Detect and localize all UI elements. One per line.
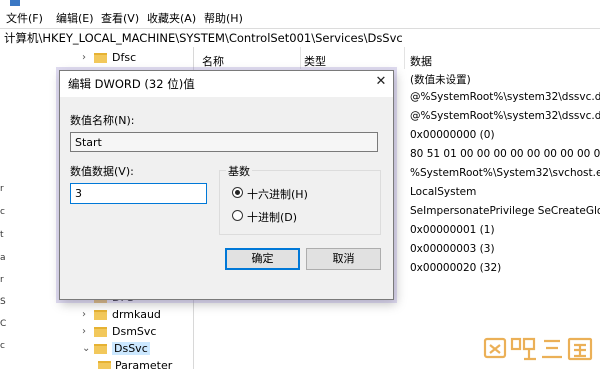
value-data[interactable]: @%SystemRoot%\system32\dssvc.dll,- (410, 91, 600, 103)
edit-dword-dialog: 编辑 DWORD (32 位)值 ✕ 数值名称(N): 数值数据(V): 基数 … (59, 70, 394, 300)
menu-file[interactable]: 文件(F) (6, 10, 43, 26)
address-bar[interactable]: 计算机\HKEY_LOCAL_MACHINE\SYSTEM\ControlSet… (0, 28, 600, 48)
site-watermark-logo (483, 337, 593, 361)
tree-item-label: drmkaud (112, 308, 161, 321)
clipped-text: S (0, 297, 6, 307)
folder-icon (98, 361, 111, 369)
chevron-down-icon[interactable]: ⌄ (82, 343, 92, 354)
base-groupbox (219, 170, 381, 235)
value-name-label: 数值名称(N): (70, 114, 135, 127)
value-data[interactable]: 0x00000020 (32) (410, 262, 600, 274)
value-data[interactable]: SeImpersonatePrivilege SeCreateGlob (410, 205, 600, 217)
value-data-field[interactable] (70, 183, 207, 204)
tree-item-label: DsmSvc (112, 325, 157, 338)
value-data[interactable]: %SystemRoot%\System32\svchost.exe (410, 167, 600, 179)
value-data[interactable]: @%SystemRoot%\system32\dssvc.dll,- (410, 110, 600, 122)
clipped-text: c (0, 207, 5, 217)
value-data[interactable]: (数值未设置) (410, 72, 600, 87)
base-label: 基数 (226, 163, 252, 179)
menu-bar: 文件(F) 编辑(E) 查看(V) 收藏夹(A) 帮助(H) (0, 8, 600, 28)
tree-item-label: Parameter (115, 359, 173, 369)
column-header-type[interactable]: 类型 (304, 53, 326, 69)
column-divider[interactable] (404, 47, 405, 69)
ok-button[interactable]: 确定 (225, 248, 300, 270)
address-path: 计算机\HKEY_LOCAL_MACHINE\SYSTEM\ControlSet… (4, 31, 403, 45)
radio-checked-icon[interactable] (232, 187, 243, 198)
clipped-text: a (0, 253, 6, 263)
value-data[interactable]: 0x00000003 (3) (410, 243, 600, 255)
radio-dec-label: 十进制(D) (247, 211, 298, 224)
close-icon[interactable]: ✕ (373, 74, 389, 90)
menu-favorites[interactable]: 收藏夹(A) (147, 10, 196, 26)
value-data[interactable]: LocalSystem (410, 186, 600, 198)
value-data[interactable]: 0x00000000 (0) (410, 129, 600, 141)
chevron-right-icon[interactable]: › (82, 326, 92, 337)
folder-icon (94, 310, 107, 320)
clipped-text: C (0, 319, 7, 329)
folder-icon (94, 327, 107, 337)
dialog-body: 数值名称(N): 数值数据(V): 基数 十六进制(H) 十进制(D) 确定 取… (60, 97, 393, 299)
folder-icon (94, 344, 107, 354)
value-data[interactable]: 80 51 01 00 00 00 00 00 00 00 00 00 (410, 148, 600, 160)
clipped-text: c (0, 341, 5, 351)
chevron-right-icon[interactable]: › (82, 52, 92, 63)
menu-edit[interactable]: 编辑(E) (56, 10, 94, 26)
menu-help[interactable]: 帮助(H) (204, 10, 243, 26)
column-divider[interactable] (300, 47, 301, 69)
clipped-text: r (0, 184, 4, 194)
menu-view[interactable]: 查看(V) (101, 10, 139, 26)
clipped-text: r (0, 275, 4, 285)
chevron-right-icon[interactable]: › (82, 309, 92, 320)
cancel-button[interactable]: 取消 (306, 248, 381, 270)
folder-icon (94, 53, 107, 63)
radio-hex-label: 十六进制(H) (247, 188, 308, 201)
value-data-label: 数值数据(V): (70, 165, 134, 178)
clipped-text: t (0, 230, 4, 240)
regedit-icon (10, 0, 20, 6)
tree-item-label: DsSvc (112, 342, 150, 355)
value-data[interactable]: 0x00000001 (1) (410, 224, 600, 236)
tree-item-label: Dfsc (112, 51, 137, 64)
value-name-field[interactable] (70, 132, 378, 152)
column-header-name[interactable]: 名称 (202, 53, 224, 69)
radio-unchecked-icon[interactable] (232, 210, 243, 221)
column-header-data[interactable]: 数据 (410, 53, 432, 69)
dialog-title: 编辑 DWORD (32 位)值 (68, 77, 195, 91)
